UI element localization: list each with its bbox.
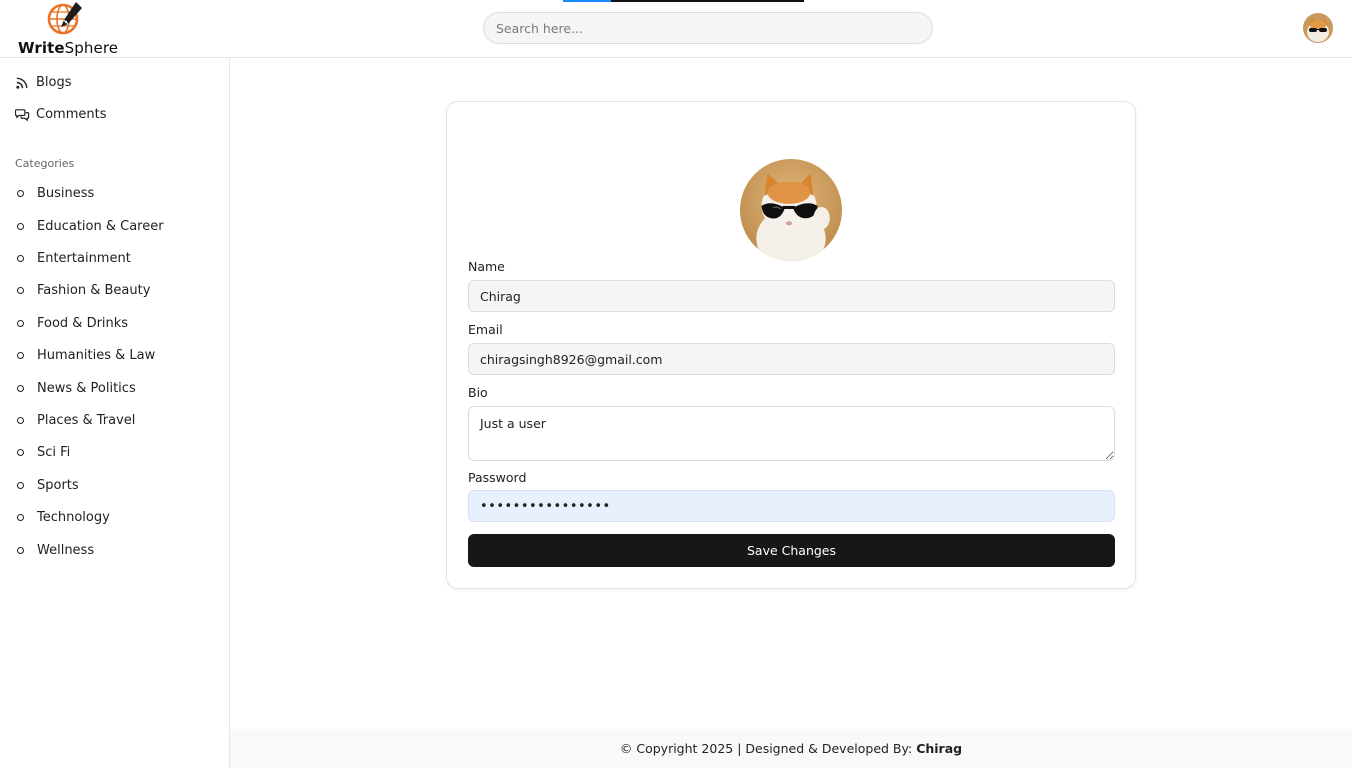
bio-label: Bio — [468, 385, 488, 400]
category-item-humanities-law[interactable]: Humanities & Law — [16, 344, 155, 366]
category-item-places-travel[interactable]: Places & Travel — [16, 409, 135, 431]
circle-icon — [17, 448, 24, 456]
category-label: Entertainment — [37, 250, 131, 266]
profile-avatar[interactable] — [740, 159, 842, 261]
avatar-cat-image — [1303, 13, 1333, 43]
circle-icon — [17, 384, 24, 392]
category-item-sports[interactable]: Sports — [16, 474, 79, 496]
category-label: Technology — [37, 509, 110, 525]
password-label: Password — [468, 470, 527, 485]
circle-icon — [17, 481, 24, 489]
circle-icon — [17, 416, 24, 424]
comments-icon — [14, 106, 30, 122]
sidebar-item-comments[interactable]: Comments — [14, 103, 106, 125]
category-label: Business — [37, 185, 95, 201]
bio-textarea[interactable]: Just a user — [468, 406, 1115, 461]
globe-pen-icon — [47, 2, 82, 35]
sidebar-item-label: Blogs — [36, 74, 72, 90]
category-item-food-drinks[interactable]: Food & Drinks — [16, 312, 128, 334]
brand-name: WriteSphere — [18, 39, 119, 57]
category-label: Fashion & Beauty — [37, 282, 151, 298]
copyright-text: © Copyright 2025 | Designed & Developed … — [619, 741, 913, 756]
sidebar-item-label: Comments — [36, 106, 107, 122]
circle-icon — [17, 513, 24, 521]
name-field[interactable] — [468, 280, 1115, 312]
category-item-fashion-beauty[interactable]: Fashion & Beauty — [16, 279, 150, 301]
categories-heading: Categories — [15, 157, 75, 170]
circle-icon — [17, 351, 24, 359]
profile-edit-card: Name Email Bio Just a user Password Save… — [446, 101, 1136, 589]
sidebar-item-blogs[interactable]: Blogs — [14, 71, 72, 93]
brand-logo[interactable]: WriteSphere — [18, 0, 118, 58]
category-item-wellness[interactable]: Wellness — [16, 539, 94, 561]
reading-progress-bar — [563, 0, 804, 2]
circle-icon — [17, 286, 24, 294]
category-label: Sports — [37, 477, 79, 493]
category-item-business[interactable]: Business — [16, 182, 94, 204]
author-name: Chirag — [916, 741, 963, 756]
email-label: Email — [468, 322, 503, 337]
category-label: Food & Drinks — [37, 315, 129, 331]
sidebar: Blogs Comments Categories Business Educa… — [0, 58, 230, 768]
top-header: WriteSphere — [0, 0, 1352, 58]
search-input[interactable] — [483, 12, 933, 44]
category-item-technology[interactable]: Technology — [16, 506, 110, 528]
category-label: Sci Fi — [37, 444, 71, 460]
email-field[interactable] — [468, 343, 1115, 375]
category-label: News & Politics — [37, 380, 136, 396]
circle-icon — [17, 546, 24, 554]
save-changes-button[interactable]: Save Changes — [468, 534, 1115, 567]
category-label: Places & Travel — [37, 412, 136, 428]
profile-cat-image — [740, 159, 842, 261]
category-item-entertainment[interactable]: Entertainment — [16, 247, 131, 269]
circle-icon — [17, 189, 24, 197]
category-item-sci-fi[interactable]: Sci Fi — [16, 441, 70, 463]
category-label: Wellness — [37, 542, 95, 558]
category-item-education-career[interactable]: Education & Career — [16, 215, 164, 237]
category-label: Humanities & Law — [37, 347, 156, 363]
user-avatar[interactable] — [1303, 13, 1333, 43]
reading-progress-fill — [563, 0, 612, 2]
circle-icon — [17, 254, 24, 262]
password-field[interactable] — [468, 490, 1115, 522]
circle-icon — [17, 222, 24, 230]
rss-icon — [14, 74, 30, 90]
circle-icon — [17, 319, 24, 327]
name-label: Name — [468, 259, 505, 274]
page-footer: © Copyright 2025 | Designed & Developed … — [230, 729, 1352, 768]
category-label: Education & Career — [37, 218, 164, 234]
category-item-news-politics[interactable]: News & Politics — [16, 377, 136, 399]
